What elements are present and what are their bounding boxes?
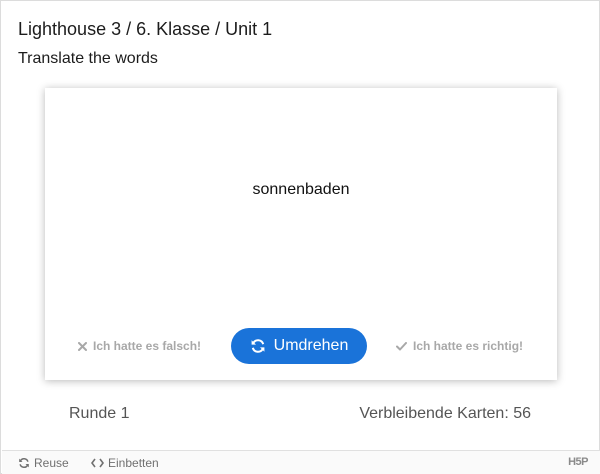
reuse-button[interactable]: Reuse bbox=[18, 456, 69, 470]
flashcard: sonnenbaden Ich hatte es falsch! Umdrehe… bbox=[45, 88, 557, 380]
turn-card-label: Umdrehen bbox=[273, 337, 349, 354]
round-counter: Runde 1 bbox=[69, 405, 130, 422]
task-description: Translate the words bbox=[18, 50, 158, 67]
wrong-answer-button[interactable]: Ich hatte es falsch! bbox=[78, 339, 201, 353]
reuse-label: Reuse bbox=[34, 456, 69, 470]
embed-label: Einbetten bbox=[108, 456, 159, 470]
wrong-answer-label: Ich hatte es falsch! bbox=[93, 339, 202, 353]
close-icon bbox=[78, 341, 87, 351]
refresh-icon bbox=[18, 457, 30, 469]
refresh-icon bbox=[250, 338, 266, 354]
remaining-cards: Verbleibende Karten: 56 bbox=[359, 405, 531, 422]
check-icon bbox=[396, 341, 407, 351]
embed-button[interactable]: Einbetten bbox=[91, 456, 159, 470]
h5p-logo[interactable]: H5P bbox=[568, 456, 588, 468]
right-answer-label: Ich hatte es richtig! bbox=[413, 339, 524, 353]
page-title: Lighthouse 3 / 6. Klasse / Unit 1 bbox=[18, 19, 273, 39]
card-word: sonnenbaden bbox=[252, 181, 350, 198]
h5p-container: Lighthouse 3 / 6. Klasse / Unit 1 Transl… bbox=[0, 0, 600, 474]
turn-card-button[interactable]: Umdrehen bbox=[231, 328, 367, 364]
right-answer-button[interactable]: Ich hatte es richtig! bbox=[396, 339, 523, 353]
code-icon bbox=[91, 458, 104, 468]
footer-bar: Reuse Einbetten H5P bbox=[2, 450, 600, 474]
